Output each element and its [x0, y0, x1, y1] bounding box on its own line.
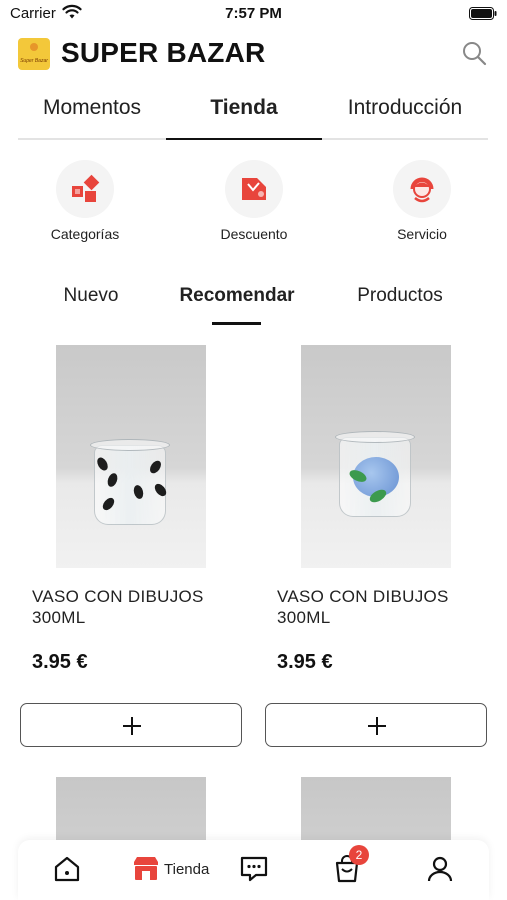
quick-actions: Categorías Descuento Servicio	[0, 160, 507, 250]
nav-cart[interactable]: 2	[332, 845, 369, 886]
search-icon[interactable]	[461, 40, 487, 66]
plus-icon	[368, 717, 386, 735]
nav-tienda[interactable]: Tienda	[131, 854, 241, 886]
battery-icon	[469, 7, 497, 20]
nav-home[interactable]	[52, 854, 82, 886]
tab-recomendar[interactable]: Recomendar	[160, 285, 314, 307]
nav-messages[interactable]	[239, 854, 269, 886]
top-tabs: Momentos Tienda Introducción	[18, 90, 488, 140]
quick-action-label: Categorías	[50, 226, 120, 242]
quick-action-categorias[interactable]: Categorías	[25, 160, 145, 242]
product-price: 3.95 €	[277, 651, 333, 673]
user-icon	[427, 856, 453, 882]
customer-service-icon	[410, 177, 434, 203]
product-image[interactable]	[301, 345, 451, 568]
active-subtab-indicator	[212, 322, 261, 325]
add-to-cart-button[interactable]	[265, 703, 487, 747]
add-to-cart-button[interactable]	[20, 703, 242, 747]
page-title: SUPER BAZAR	[61, 37, 266, 68]
status-bar: Carrier 7:57 PM	[0, 0, 507, 28]
logo-text: Super Bazar	[20, 58, 48, 64]
tab-introduccion[interactable]: Introducción	[322, 96, 488, 120]
product-filter-tabs: Nuevo Recomendar Productos	[0, 282, 507, 328]
glass-rim	[90, 439, 170, 451]
glass-rim	[335, 431, 415, 443]
quick-action-label: Descuento	[220, 226, 288, 242]
product-image[interactable]	[56, 777, 206, 847]
tab-tienda[interactable]: Tienda	[166, 96, 322, 120]
discount-icon-circle	[225, 160, 283, 218]
discount-tag-icon	[242, 178, 266, 200]
home-icon	[54, 856, 80, 882]
product-image[interactable]	[301, 777, 451, 847]
service-icon-circle	[393, 160, 451, 218]
product-image[interactable]	[56, 345, 206, 568]
tab-nuevo[interactable]: Nuevo	[30, 285, 152, 307]
product-name: VASO CON DIBUJOS 300ML	[277, 587, 449, 627]
quick-action-servicio[interactable]: Servicio	[362, 160, 482, 242]
quick-action-label: Servicio	[397, 226, 447, 242]
store-logo: Super Bazar	[18, 38, 50, 70]
clock: 7:57 PM	[225, 5, 282, 22]
quick-action-descuento[interactable]: Descuento	[194, 160, 314, 242]
app-header: Super Bazar SUPER BAZAR	[0, 34, 507, 74]
categories-icon	[72, 174, 100, 202]
product-price: 3.95 €	[32, 651, 88, 673]
tab-productos[interactable]: Productos	[335, 285, 465, 307]
nav-tienda-label: Tienda	[164, 861, 210, 878]
tab-momentos[interactable]: Momentos	[18, 96, 166, 120]
categories-icon-circle	[56, 160, 114, 218]
bottom-navigation: Tienda 2	[18, 840, 489, 900]
product-name: VASO CON DIBUJOS 300ML	[32, 587, 204, 627]
chat-icon	[240, 856, 268, 882]
plus-icon	[123, 717, 141, 735]
cart-count-badge: 2	[349, 845, 369, 865]
logo-flower-icon	[30, 43, 38, 51]
store-icon	[134, 857, 158, 880]
active-tab-indicator	[166, 138, 322, 140]
nav-profile[interactable]	[425, 854, 455, 886]
